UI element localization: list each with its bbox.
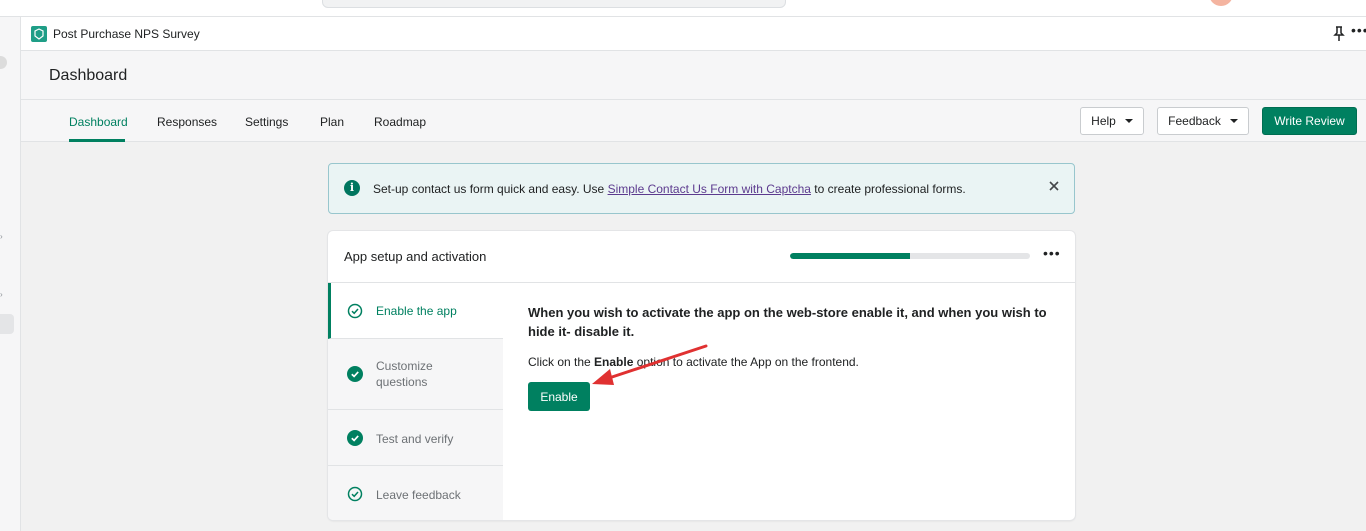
app-title-bar: Post Purchase NPS Survey ••• <box>21 17 1366 51</box>
tab-dashboard[interactable]: Dashboard <box>69 115 128 129</box>
caret-down-icon <box>1124 119 1133 123</box>
more-options-icon[interactable]: ••• <box>1351 22 1366 38</box>
info-banner: i Set-up contact us form quick and easy.… <box>328 163 1075 214</box>
help-button[interactable]: Help <box>1080 107 1144 135</box>
app-logo-icon <box>31 26 47 42</box>
tab-roadmap[interactable]: Roadmap <box>374 115 426 129</box>
enable-button[interactable]: Enable <box>528 382 590 411</box>
top-search-bar[interactable] <box>322 0 786 8</box>
setup-progress-bar <box>790 253 1030 259</box>
tab-settings[interactable]: Settings <box>245 115 288 129</box>
help-button-label: Help <box>1091 114 1116 128</box>
sidebar-indicator-icon <box>0 56 7 69</box>
user-avatar[interactable] <box>1209 0 1233 6</box>
sidebar-selected-item[interactable] <box>0 314 14 334</box>
pin-icon[interactable] <box>1332 26 1346 42</box>
desc-before: Click on the <box>528 355 595 369</box>
check-circle-filled-icon <box>347 430 363 446</box>
page-header: Dashboard <box>21 51 1366 100</box>
step-description: Click on the Enable option to activate t… <box>528 355 859 369</box>
active-tab-underline <box>69 139 125 142</box>
tab-plan[interactable]: Plan <box>320 115 344 129</box>
step-leave-feedback[interactable]: Leave feedback <box>328 466 503 520</box>
card-more-icon[interactable]: ••• <box>1043 245 1061 261</box>
setup-progress-fill <box>790 253 910 259</box>
info-icon: i <box>344 180 360 196</box>
desc-bold: Enable <box>594 355 634 369</box>
feedback-button-label: Feedback <box>1168 114 1221 128</box>
chevron-right-icon[interactable]: › <box>0 232 3 241</box>
banner-link[interactable]: Simple Contact Us Form with Captcha <box>608 182 811 196</box>
banner-text-before: Set-up contact us form quick and easy. U… <box>373 182 608 196</box>
tab-responses[interactable]: Responses <box>157 115 217 129</box>
step-label: Test and verify <box>376 432 454 446</box>
app-name: Post Purchase NPS Survey <box>53 27 200 41</box>
main-nav: Dashboard Responses Settings Plan Roadma… <box>21 100 1366 142</box>
step-content: When you wish to activate the app on the… <box>528 303 1058 411</box>
left-sidebar-gutter: › › <box>0 17 21 531</box>
check-circle-icon <box>347 486 363 502</box>
step-test-and-verify[interactable]: Test and verify <box>328 410 503 466</box>
check-circle-icon <box>347 303 363 319</box>
check-circle-filled-icon <box>347 366 363 382</box>
banner-text-after: to create professional forms. <box>810 182 966 196</box>
browser-top-strip <box>0 0 1366 17</box>
step-heading: When you wish to activate the app on the… <box>528 305 1047 339</box>
page-title: Dashboard <box>49 67 128 84</box>
step-label: Enable the app <box>376 304 457 318</box>
close-icon[interactable] <box>1047 179 1061 193</box>
step-enable-the-app[interactable]: Enable the app <box>328 283 503 339</box>
caret-down-icon <box>1229 119 1238 123</box>
step-customize-questions[interactable]: Customize questions <box>328 339 503 410</box>
step-label: Leave feedback <box>376 488 461 502</box>
write-review-button[interactable]: Write Review <box>1262 107 1357 135</box>
banner-text: Set-up contact us form quick and easy. U… <box>373 182 966 196</box>
chevron-right-icon[interactable]: › <box>0 290 3 299</box>
card-title: App setup and activation <box>344 249 487 264</box>
setup-steps-list: Enable the app Customize questions Test … <box>328 283 503 520</box>
step-label: Customize questions <box>376 359 433 389</box>
desc-after: option to activate the App on the fronte… <box>633 355 859 369</box>
feedback-button[interactable]: Feedback <box>1157 107 1249 135</box>
setup-card: App setup and activation ••• Enable the … <box>328 231 1075 520</box>
